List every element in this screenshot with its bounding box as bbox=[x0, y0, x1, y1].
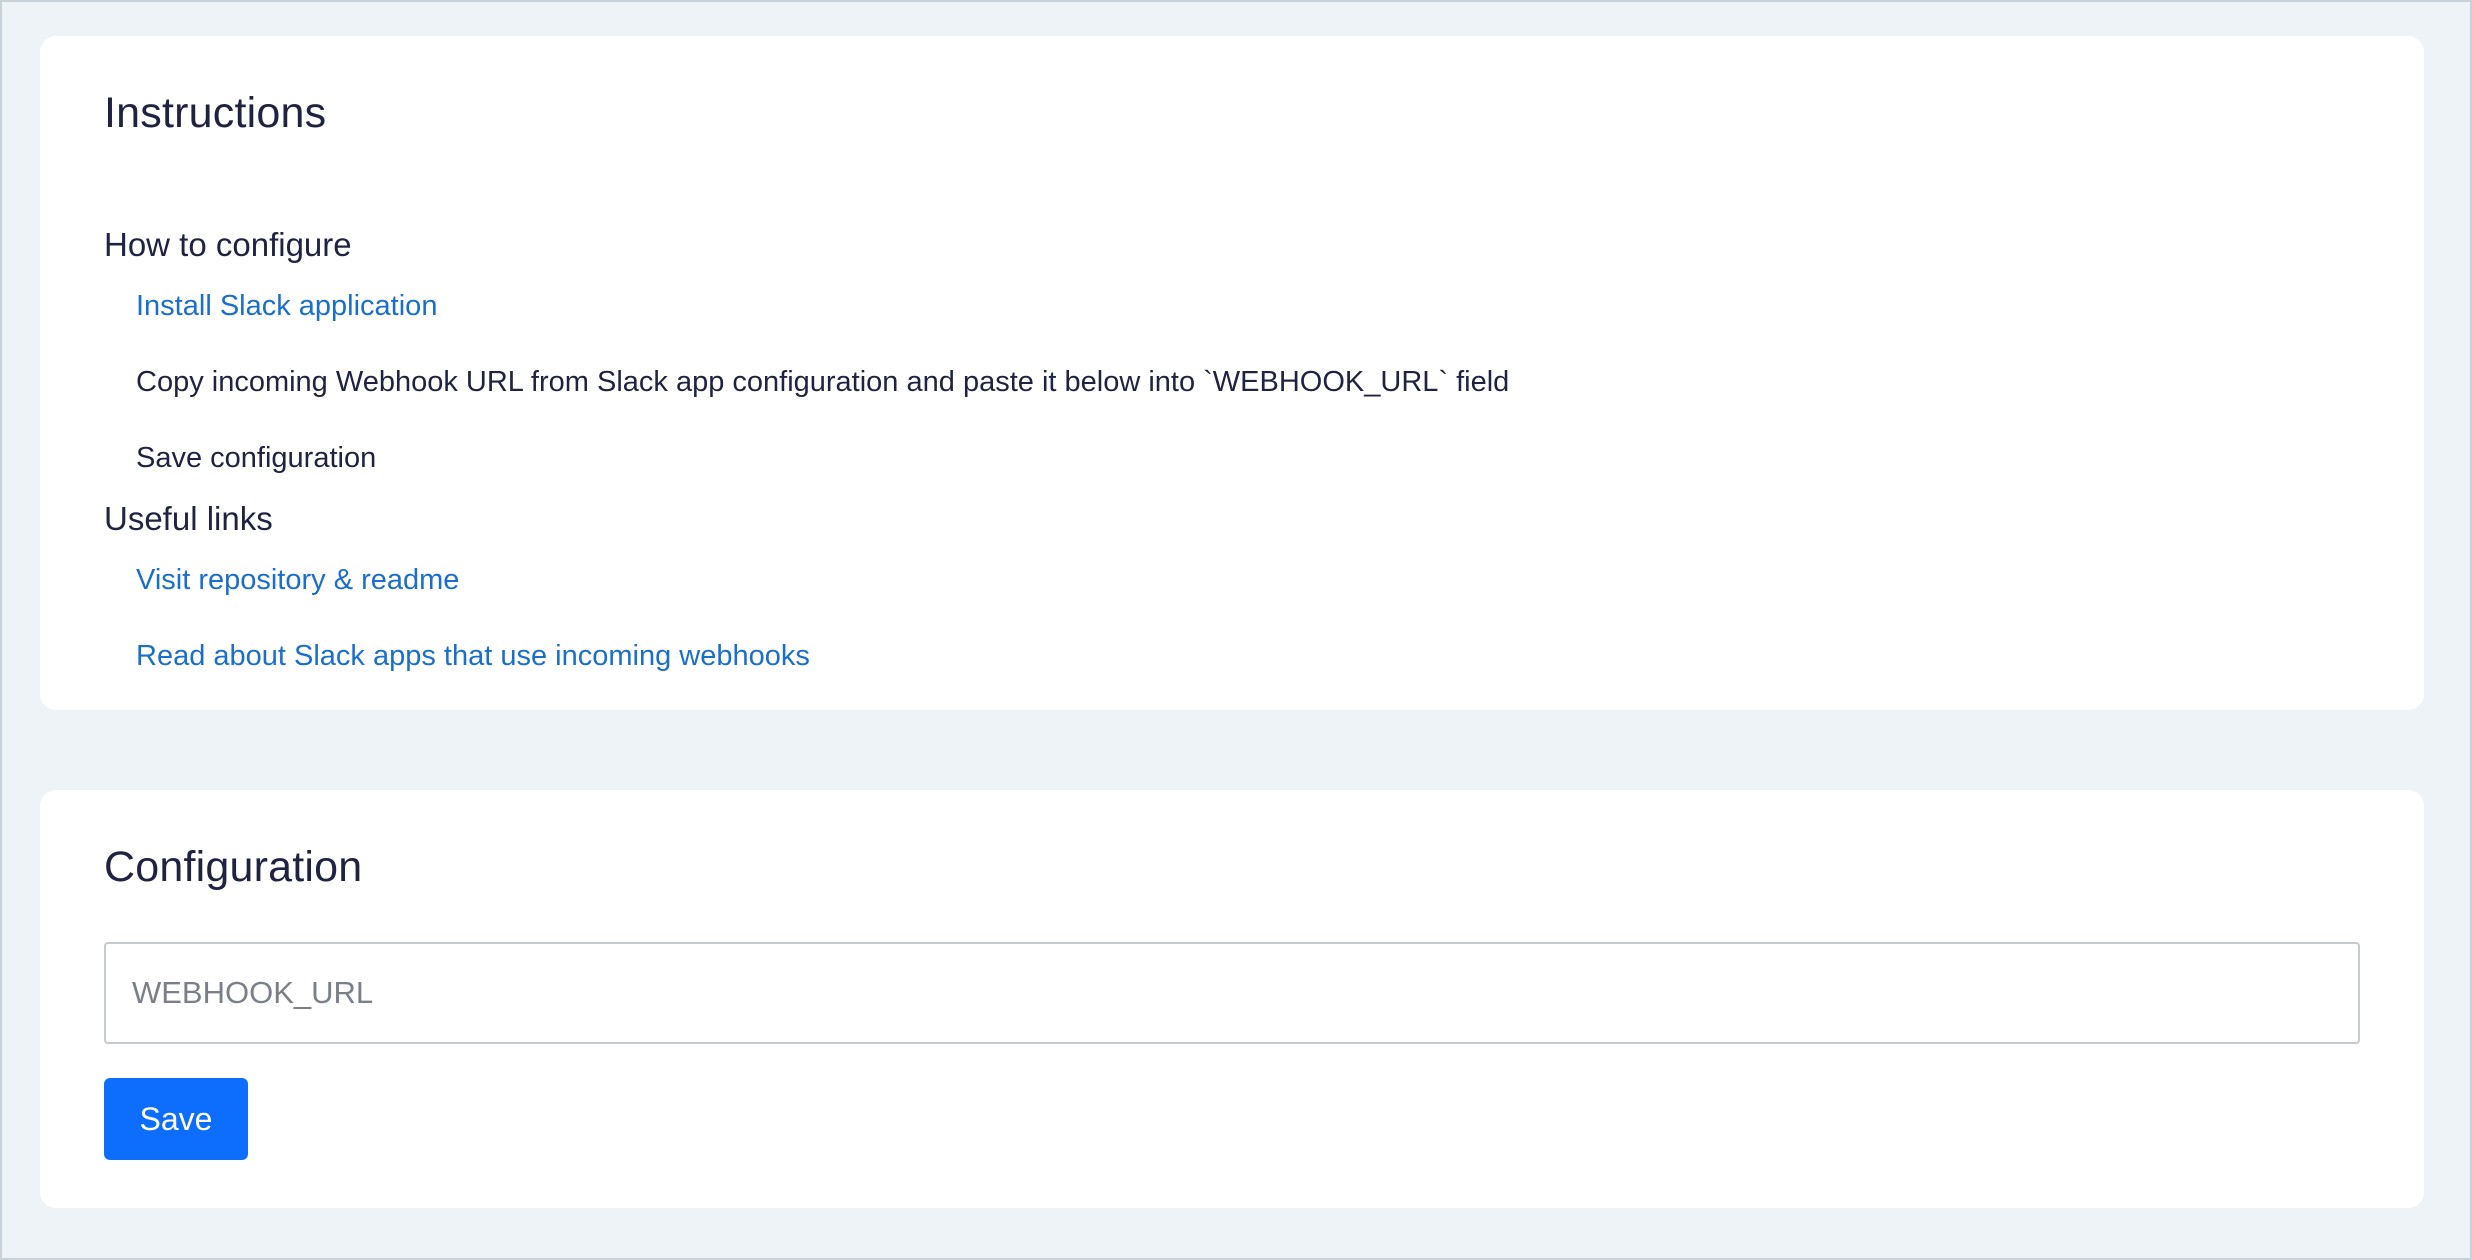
visit-repository-link[interactable]: Visit repository & readme bbox=[136, 566, 459, 595]
instructions-title: Instructions bbox=[104, 89, 327, 137]
instructions-card: Instructions How to configure Install Sl… bbox=[40, 36, 2424, 710]
copy-webhook-step: Copy incoming Webhook URL from Slack app… bbox=[136, 366, 1510, 398]
useful-links-heading: Useful links bbox=[104, 500, 273, 537]
read-about-slack-webhooks-link[interactable]: Read about Slack apps that use incoming … bbox=[136, 642, 810, 671]
save-button[interactable]: Save bbox=[104, 1078, 248, 1160]
configuration-card: Configuration Save bbox=[40, 790, 2424, 1208]
webhook-url-input[interactable] bbox=[106, 944, 2358, 1042]
configuration-title: Configuration bbox=[104, 843, 363, 891]
install-slack-application-link[interactable]: Install Slack application bbox=[136, 292, 437, 321]
save-configuration-step: Save configuration bbox=[136, 442, 377, 474]
how-to-configure-heading: How to configure bbox=[104, 226, 352, 263]
webhook-url-field-wrapper bbox=[104, 942, 2360, 1044]
